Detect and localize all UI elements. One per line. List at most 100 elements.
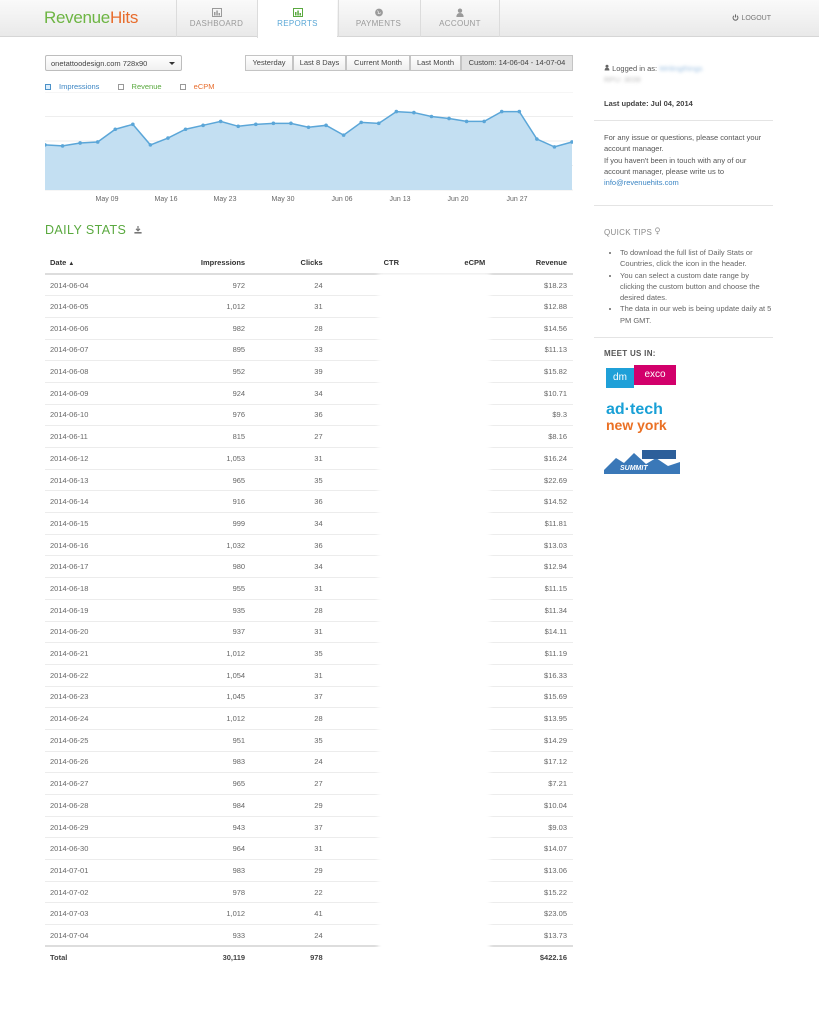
impressions-point[interactable]	[95, 140, 100, 144]
cell-date: 2014-06-21	[45, 642, 134, 665]
cell-impressions: 937	[133, 621, 252, 644]
x-tick-label: May 30	[272, 196, 295, 203]
ecpm-checkbox[interactable]	[179, 84, 186, 90]
cell-clicks: 31	[251, 621, 329, 644]
cell-clicks: 35	[251, 642, 329, 665]
impressions-point[interactable]	[201, 123, 205, 128]
cell-impressions: 935	[133, 599, 252, 622]
col-ecpm[interactable]: eCPM	[405, 251, 492, 275]
cell-date: 2014-06-26	[45, 751, 134, 774]
logout-link[interactable]: LOGOUT	[732, 14, 771, 22]
revenuehits-logo[interactable]: RevenueHits	[44, 8, 138, 28]
cell-clicks: 31	[251, 577, 329, 600]
legend-ecpm[interactable]: eCPM	[179, 82, 223, 91]
impressions-point[interactable]	[482, 119, 486, 124]
legend-revenue-label: Revenue	[131, 82, 162, 91]
download-icon[interactable]	[134, 226, 142, 234]
impressions-point[interactable]	[254, 122, 258, 127]
range-yesterday-button[interactable]: Yesterday	[245, 55, 293, 71]
col-date-label: Date	[50, 257, 67, 267]
impressions-point[interactable]	[552, 145, 557, 149]
impressions-point[interactable]	[218, 119, 223, 124]
site-select-dropdown[interactable]: onetattoodesign.com 728x90	[45, 55, 182, 71]
divider	[594, 205, 773, 206]
cell-revenue: $9.03	[491, 816, 573, 839]
legend-impressions[interactable]: Impressions	[45, 82, 107, 91]
impressions-point[interactable]	[166, 136, 170, 140]
impressions-point[interactable]	[517, 109, 522, 114]
range-custom-button[interactable]: Custom: 14-06-04 - 14-07-04	[461, 55, 573, 71]
nav-payments-label: PAYMENTS	[355, 19, 402, 28]
range-last-month-button[interactable]: Last Month	[410, 55, 461, 71]
impressions-point[interactable]	[447, 116, 451, 121]
table-row: 2014-06-29 943 37 $9.03	[45, 816, 573, 839]
table-row: 2014-06-12 1,053 31 $16.24	[45, 447, 573, 470]
impressions-point[interactable]	[359, 120, 364, 125]
impressions-point[interactable]	[341, 133, 346, 137]
x-tick-label: Jun 13	[389, 196, 410, 203]
cell-impressions: 984	[133, 794, 252, 817]
cell-revenue: $13.95	[491, 707, 573, 730]
impressions-point[interactable]	[60, 144, 65, 148]
quick-tips-label: QUICK TIPS	[604, 228, 653, 237]
impressions-point[interactable]	[429, 114, 434, 119]
summit-logo-text: SUMMIT	[620, 465, 648, 472]
cell-revenue: $15.69	[491, 686, 573, 709]
nav-reports[interactable]: REPORTS	[257, 0, 337, 38]
impressions-point[interactable]	[148, 143, 153, 147]
cell-clicks: 31	[251, 447, 329, 470]
impressions-point[interactable]	[499, 109, 504, 114]
cell-impressions: 952	[133, 360, 252, 383]
impressions-point[interactable]	[306, 125, 311, 130]
range-last-8-days-button[interactable]: Last 8 Days	[293, 55, 346, 71]
total-impressions: 30,119	[133, 945, 252, 969]
cell-impressions: 916	[133, 490, 252, 514]
dmexco-logo[interactable]: dm exco	[606, 365, 678, 395]
divider	[594, 120, 773, 121]
cell-revenue: $14.52	[491, 490, 573, 514]
cell-impressions: 980	[133, 555, 252, 579]
col-date[interactable]: Date ▲	[45, 251, 134, 275]
impressions-point[interactable]	[412, 110, 416, 115]
cell-impressions: 982	[133, 317, 252, 340]
impressions-checkbox[interactable]	[45, 84, 51, 90]
range-current-month-button[interactable]: Current Month	[346, 55, 410, 71]
impressions-point[interactable]	[376, 121, 381, 126]
cell-revenue: $11.13	[491, 339, 573, 362]
impressions-point[interactable]	[324, 123, 328, 128]
legend-revenue[interactable]: Revenue	[117, 82, 170, 91]
impressions-point[interactable]	[236, 124, 241, 129]
impressions-point[interactable]	[535, 137, 539, 141]
nav-payments[interactable]: PAYMENTS	[338, 0, 418, 37]
contact-email-link[interactable]: info@revenuehits.com	[604, 177, 772, 188]
cell-impressions: 1,054	[133, 664, 252, 687]
impressions-point[interactable]	[131, 122, 135, 127]
cell-date: 2014-06-29	[45, 816, 134, 839]
adtech-new-york-logo[interactable]: ad·tech new york	[606, 402, 686, 433]
col-clicks[interactable]: Clicks	[251, 251, 329, 275]
col-impressions[interactable]: Impressions	[133, 251, 252, 275]
nav-account[interactable]: ACCOUNT	[420, 0, 500, 37]
cell-clicks: 24	[251, 924, 329, 947]
impressions-point[interactable]	[78, 141, 82, 145]
table-row: 2014-06-08 952 39 $15.82	[45, 360, 573, 383]
daily-stats-label: DAILY STATS	[45, 223, 127, 237]
impressions-point[interactable]	[183, 127, 188, 132]
impressions-point[interactable]	[464, 119, 469, 124]
chart-legend: Impressions Revenue eCPM	[45, 82, 231, 91]
cell-revenue: $10.71	[491, 382, 573, 405]
col-revenue[interactable]: Revenue	[491, 251, 573, 275]
summit-logo[interactable]: SUMMIT	[604, 448, 680, 474]
cell-date: 2014-06-17	[45, 555, 134, 579]
impressions-point[interactable]	[113, 127, 118, 132]
impressions-point[interactable]	[394, 109, 399, 114]
logged-in-username: Writingthings	[659, 64, 703, 73]
nav-dashboard[interactable]: DASHBOARD	[176, 0, 256, 37]
cell-date: 2014-06-25	[45, 729, 134, 752]
revenue-checkbox[interactable]	[117, 84, 124, 90]
impressions-point[interactable]	[289, 121, 293, 126]
x-tick-label: May 23	[214, 196, 237, 203]
col-ctr[interactable]: CTR	[328, 251, 406, 275]
impressions-point[interactable]	[271, 121, 276, 126]
cell-clicks: 34	[251, 382, 329, 405]
